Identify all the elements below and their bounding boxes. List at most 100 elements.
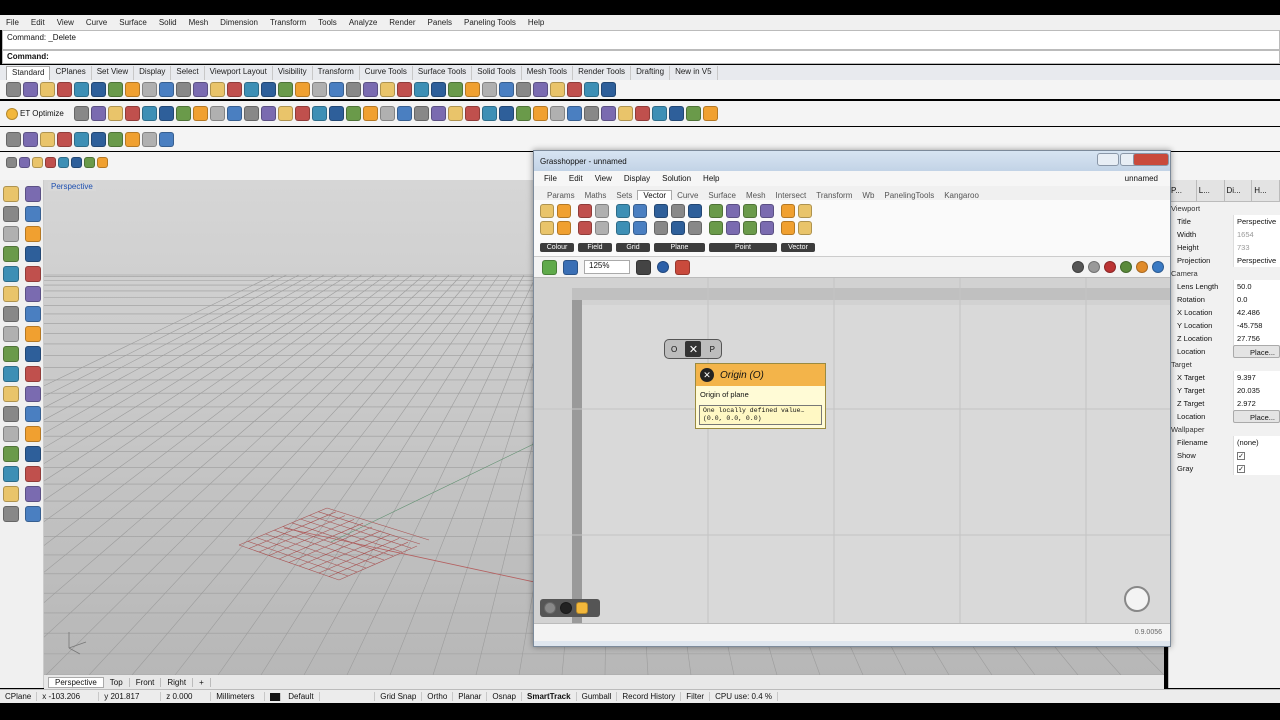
origin-input-param[interactable]: O: [671, 345, 677, 354]
property-value[interactable]: 42.486: [1233, 306, 1280, 319]
toolbar-icon[interactable]: [668, 106, 684, 121]
menu-item[interactable]: File: [6, 18, 19, 27]
toolbar-icon[interactable]: [227, 82, 242, 97]
status-toggle[interactable]: SmartTrack: [522, 692, 577, 701]
toolbar-icon[interactable]: [176, 82, 191, 97]
optimize-icon[interactable]: [6, 107, 18, 120]
toolbar-icon[interactable]: [600, 106, 616, 121]
toolbar-icon[interactable]: [74, 131, 89, 147]
menu-item[interactable]: Render: [389, 18, 415, 27]
gh-tab[interactable]: Params: [542, 191, 580, 200]
preview-wireframe-icon[interactable]: [1072, 261, 1084, 273]
toolbar-icon[interactable]: [158, 106, 174, 121]
menu-item[interactable]: Tools: [318, 18, 337, 27]
tool-icon[interactable]: [3, 226, 19, 242]
toolbar-icon[interactable]: [71, 156, 82, 168]
panel-tab[interactable]: P...: [1169, 180, 1197, 201]
toolbar-icon[interactable]: [294, 106, 310, 121]
tool-icon[interactable]: [25, 466, 41, 482]
toolbar-icon[interactable]: [702, 106, 718, 121]
toolbar-icon[interactable]: [142, 131, 157, 147]
tool-icon[interactable]: [25, 326, 41, 342]
panel-tab[interactable]: H...: [1252, 180, 1280, 201]
gh-tab[interactable]: Curve: [672, 191, 703, 200]
toolbar-icon[interactable]: [566, 106, 582, 121]
toolbar-icon[interactable]: [396, 106, 412, 121]
tool-icon[interactable]: [3, 206, 19, 222]
property-value[interactable]: 27.756: [1233, 332, 1280, 345]
toolbar-icon[interactable]: [362, 106, 378, 121]
gh-tab[interactable]: Vector: [637, 190, 673, 200]
toolbar-icon[interactable]: [57, 82, 72, 97]
component-icon[interactable]: [616, 204, 630, 218]
toolbar-tab[interactable]: Surface Tools: [413, 66, 473, 80]
toolbar-icon[interactable]: [465, 82, 480, 97]
toolbar-icon[interactable]: [6, 156, 17, 168]
toolbar-icon[interactable]: [345, 106, 361, 121]
component-icon[interactable]: [540, 221, 554, 235]
close-button[interactable]: [1133, 153, 1169, 166]
tool-icon[interactable]: [3, 486, 19, 502]
toolbar-tab[interactable]: Curve Tools: [360, 66, 413, 80]
toolbar-icon[interactable]: [125, 82, 140, 97]
filename-value[interactable]: (none): [1233, 436, 1280, 449]
toolbar-icon[interactable]: [550, 82, 565, 97]
toolbar-icon[interactable]: [107, 106, 123, 121]
target-place-button[interactable]: Place...: [1233, 410, 1280, 423]
add-viewport-tab[interactable]: +: [193, 678, 211, 687]
menu-item[interactable]: Solid: [159, 18, 177, 27]
show-checkbox[interactable]: ✓: [1237, 452, 1245, 460]
toolbar-icon[interactable]: [58, 156, 69, 168]
tool-icon[interactable]: [25, 206, 41, 222]
toolbar-icon[interactable]: [380, 82, 395, 97]
component-icon[interactable]: [798, 204, 812, 218]
gray-checkbox[interactable]: ✓: [1237, 465, 1245, 473]
save-file-icon[interactable]: [563, 259, 578, 275]
toolbar-icon[interactable]: [651, 106, 667, 121]
toolbar-icon[interactable]: [397, 82, 412, 97]
component-icon[interactable]: [578, 204, 592, 218]
toolbar-icon[interactable]: [193, 82, 208, 97]
toolbar-tab[interactable]: Select: [171, 66, 205, 80]
toolbar-icon[interactable]: [40, 131, 55, 147]
tool-icon[interactable]: [3, 366, 19, 382]
status-toggle[interactable]: Filter: [681, 692, 711, 701]
toolbar-icon[interactable]: [159, 82, 174, 97]
gh-tab[interactable]: Maths: [580, 191, 612, 200]
component-icon[interactable]: [781, 221, 795, 235]
grasshopper-titlebar[interactable]: Grasshopper - unnamed: [534, 151, 1170, 171]
zoom-extents-icon[interactable]: [636, 259, 651, 275]
ribbon-group-label[interactable]: Vector: [781, 243, 815, 252]
property-value[interactable]: 50.0: [1233, 280, 1280, 293]
component-icon[interactable]: [760, 221, 774, 235]
tool-icon[interactable]: [3, 406, 19, 422]
panel-tab[interactable]: Di...: [1224, 180, 1253, 201]
plane-output-param[interactable]: P: [710, 345, 715, 354]
tool-icon[interactable]: [3, 326, 19, 342]
document-name[interactable]: unnamed: [1125, 174, 1158, 183]
component-icon[interactable]: [616, 221, 630, 235]
toolbar-icon[interactable]: [6, 82, 21, 97]
tool-icon[interactable]: [3, 306, 19, 322]
toolbar-icon[interactable]: [175, 106, 191, 121]
component-icon[interactable]: [709, 204, 723, 218]
grasshopper-canvas[interactable]: O ✕ P ✕ Origin (O) Origin of plane One l…: [534, 278, 1170, 623]
toolbar-icon[interactable]: [108, 82, 123, 97]
toolbar-tab[interactable]: Render Tools: [573, 66, 632, 80]
toolbar-icon[interactable]: [685, 106, 701, 121]
toolbar-tab[interactable]: Set View: [92, 66, 135, 80]
toolbar-icon[interactable]: [125, 131, 140, 147]
toolbar-tab[interactable]: Transform: [313, 66, 360, 80]
component-icon[interactable]: [540, 204, 554, 218]
toolbar-icon[interactable]: [32, 156, 43, 168]
toolbar-icon[interactable]: [346, 82, 361, 97]
tool-icon[interactable]: [25, 226, 41, 242]
tool-icon[interactable]: [25, 366, 41, 382]
component-icon[interactable]: [633, 204, 647, 218]
property-value[interactable]: 0.0: [1233, 293, 1280, 306]
camera-place-button[interactable]: Place...: [1233, 345, 1280, 358]
menu-item[interactable]: Help: [528, 18, 544, 27]
property-value[interactable]: 1654: [1233, 228, 1280, 241]
toolbar-icon[interactable]: [141, 106, 157, 121]
component-icon[interactable]: [671, 221, 685, 235]
